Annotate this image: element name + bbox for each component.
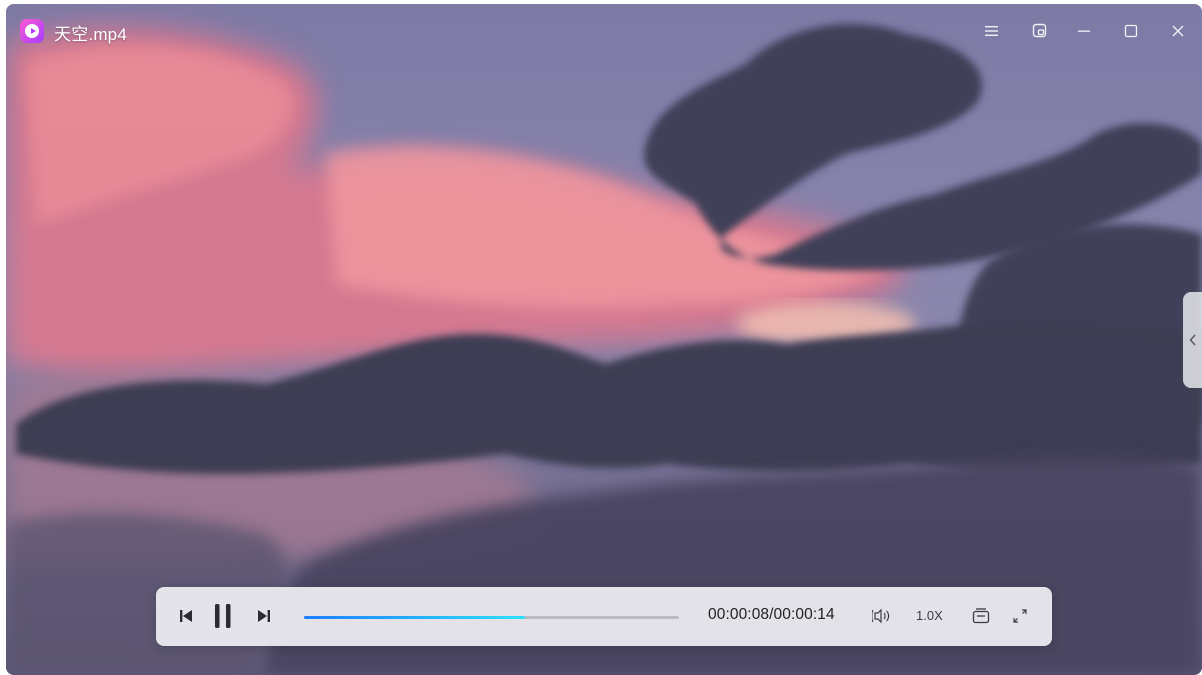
- menu-button[interactable]: [977, 16, 1007, 46]
- fullscreen-button[interactable]: [1008, 604, 1032, 628]
- previous-button[interactable]: [174, 604, 198, 628]
- fullscreen-icon: [1013, 609, 1027, 623]
- playlist-icon: [972, 608, 990, 624]
- volume-button[interactable]: [870, 603, 896, 629]
- title-bar: 天空.mp4: [6, 4, 1202, 60]
- playlist-drawer-handle[interactable]: [1183, 292, 1202, 388]
- chevron-left-icon: [1189, 334, 1196, 346]
- close-icon: [1172, 25, 1184, 37]
- progress-fill: [304, 616, 526, 619]
- time-display: 00:00:08/00:00:14: [708, 606, 835, 623]
- pause-button[interactable]: [208, 601, 238, 631]
- mini-mode-button[interactable]: [1025, 16, 1055, 46]
- maximize-button[interactable]: [1116, 16, 1146, 46]
- next-button[interactable]: [252, 604, 276, 628]
- video-player-app-icon: [20, 19, 44, 43]
- previous-icon: [180, 610, 192, 622]
- progress-bar[interactable]: [304, 616, 679, 619]
- minimize-button[interactable]: [1069, 16, 1099, 46]
- mini-mode-icon: [1032, 23, 1047, 38]
- menu-icon: [985, 26, 998, 36]
- next-icon: [258, 610, 270, 622]
- maximize-icon: [1124, 24, 1138, 38]
- playlist-button[interactable]: [969, 604, 993, 628]
- close-button[interactable]: [1163, 16, 1193, 46]
- minimize-icon: [1078, 30, 1090, 32]
- playback-speed-button[interactable]: 1.0X: [916, 608, 943, 623]
- video-frame[interactable]: [6, 4, 1202, 675]
- volume-icon: [872, 608, 890, 624]
- playback-control-bar: 00:00:08/00:00:14 1.0X: [156, 587, 1052, 646]
- video-player-window: 天空.mp4 00:00:08/00:00:14 1.0X: [6, 4, 1202, 675]
- pause-icon: [215, 604, 231, 628]
- window-title: 天空.mp4: [54, 25, 127, 44]
